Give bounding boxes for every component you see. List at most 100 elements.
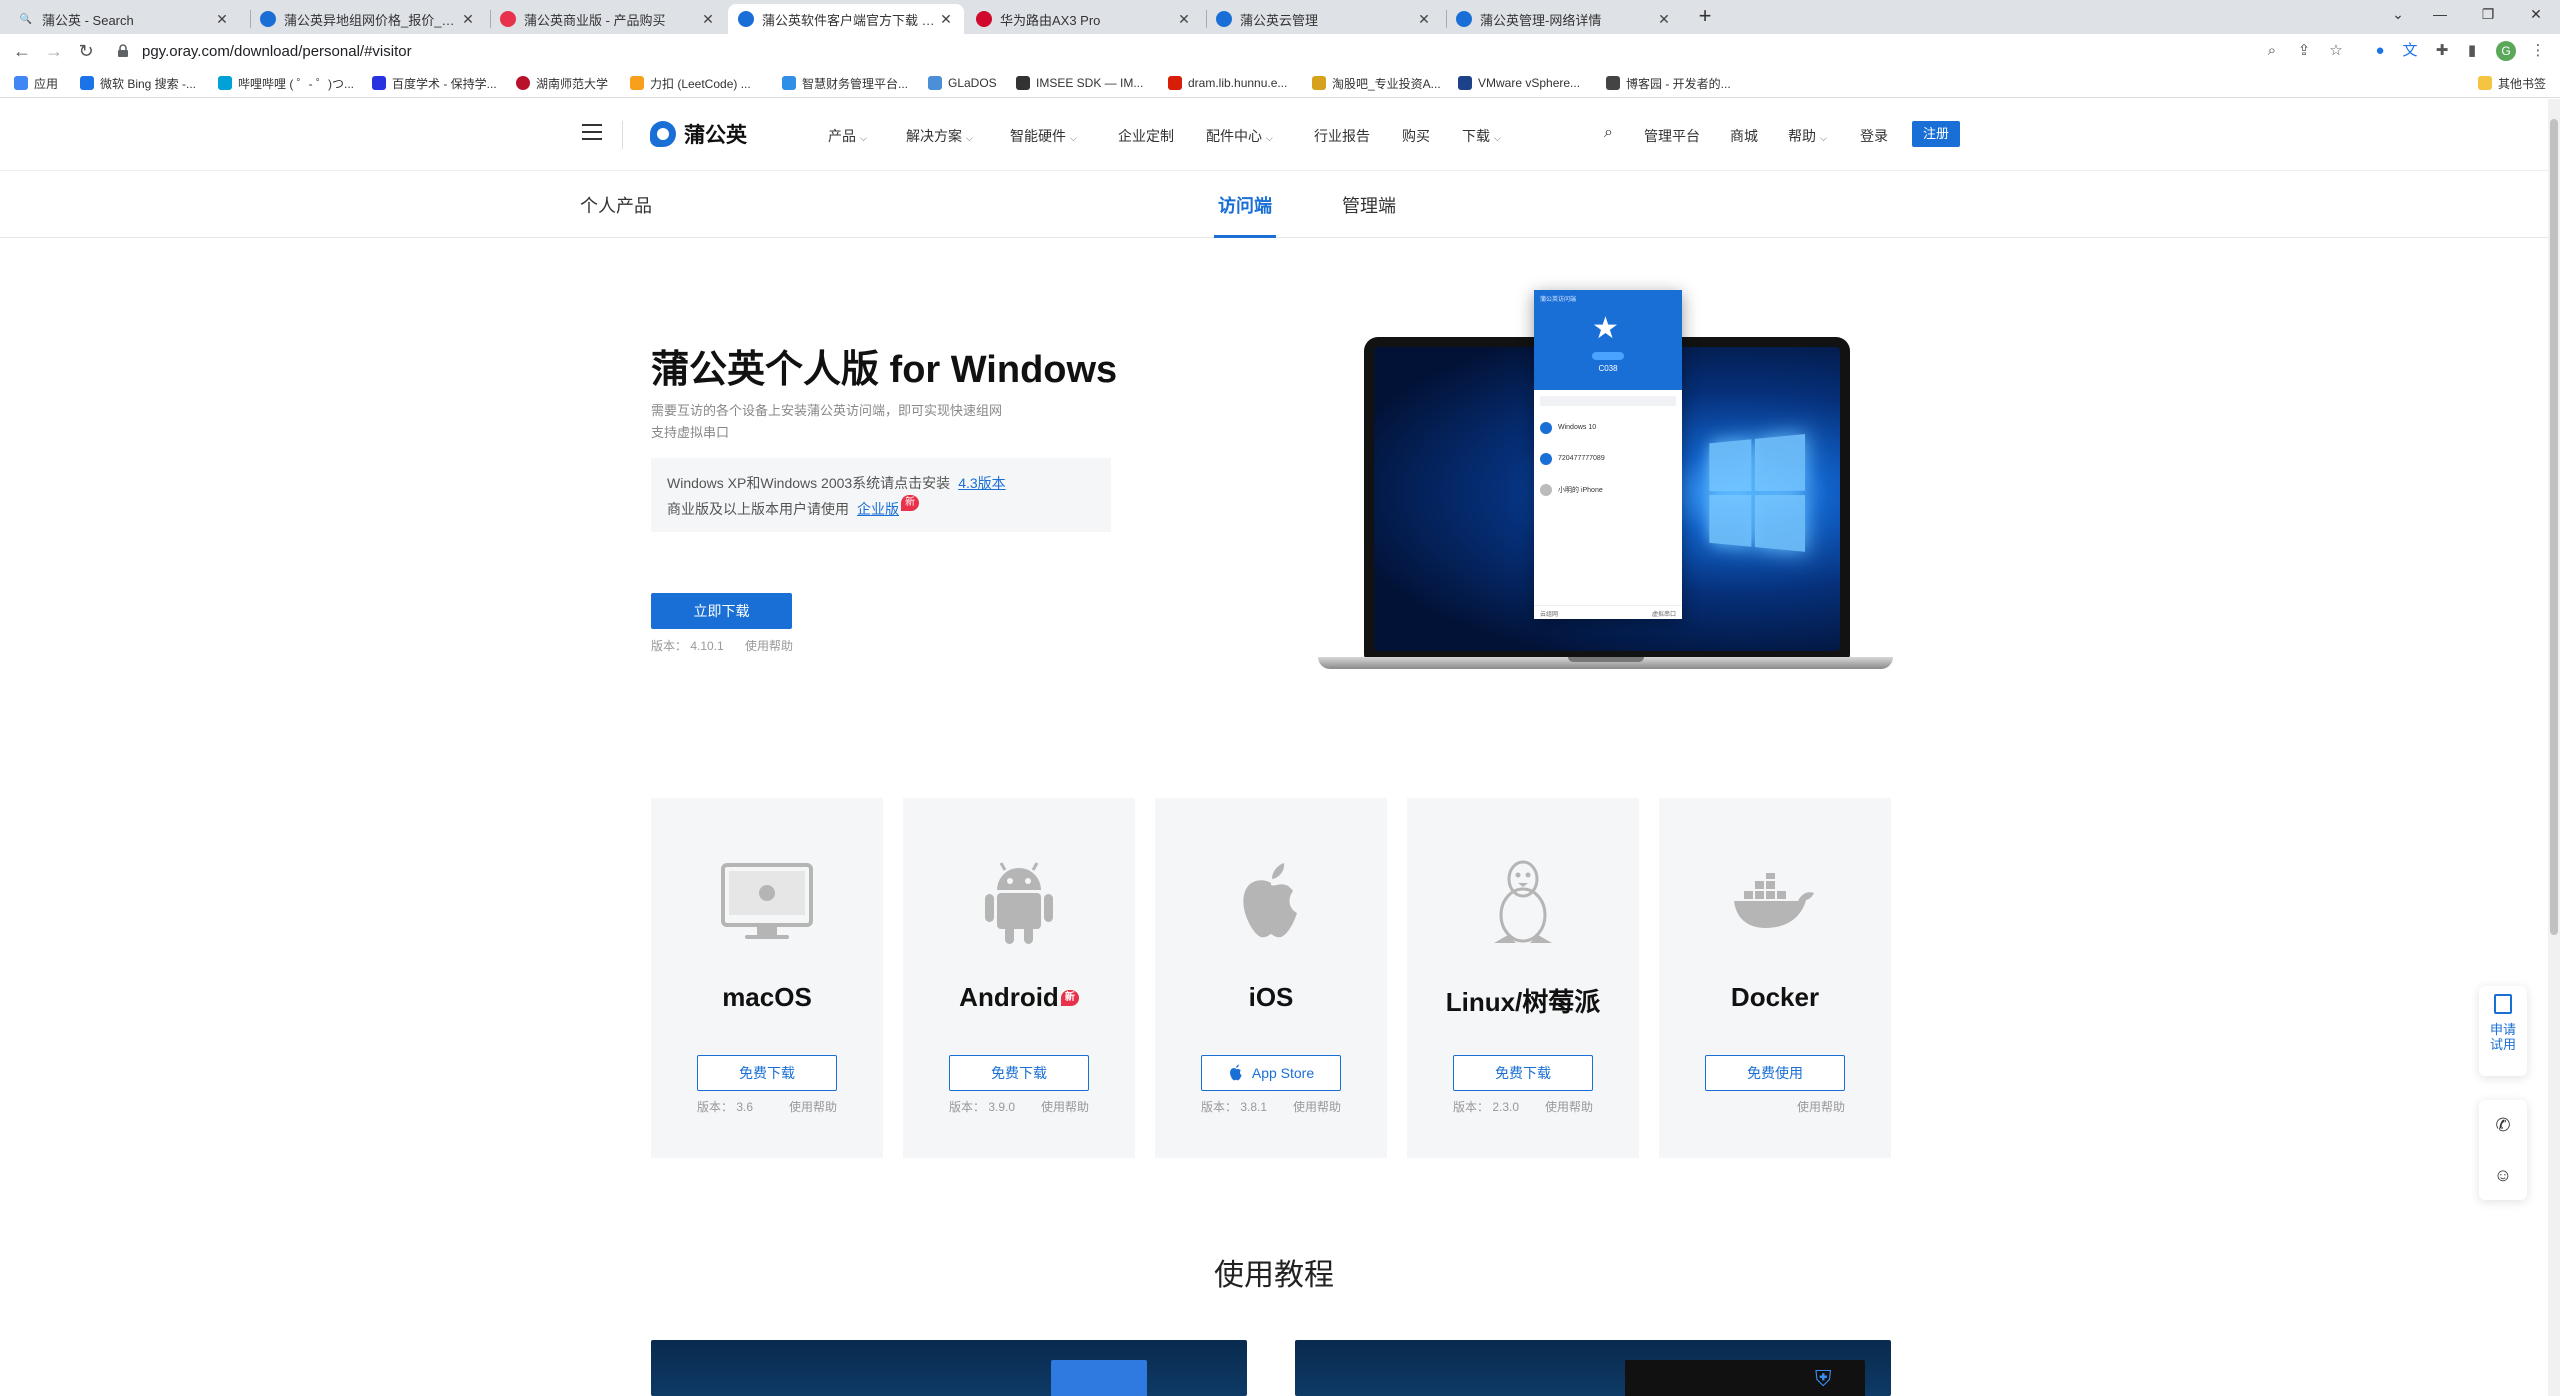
login-link[interactable]: 登录 [1860, 126, 1888, 146]
nav-products[interactable]: 产品 ⌵ [828, 126, 867, 146]
bookmark-item[interactable]: IMSEE SDK — IM... [1016, 74, 1143, 92]
app-store-button[interactable]: App Store [1201, 1055, 1341, 1091]
bilibili-icon [218, 76, 232, 90]
bookmark-label: dram.lib.hunnu.e... [1188, 76, 1288, 90]
close-tab-icon[interactable]: ✕ [214, 11, 230, 28]
bookmark-item[interactable]: 智慧财务管理平台... [782, 74, 908, 92]
close-tab-icon[interactable]: ✕ [700, 11, 716, 28]
wechat-icon[interactable]: ✆ [2479, 1100, 2527, 1150]
minimize-icon[interactable]: — [2416, 0, 2464, 28]
zoom-icon[interactable]: ⌕ [2262, 41, 2282, 61]
bookmark-star-icon[interactable]: ☆ [2326, 41, 2346, 61]
shield-icon: ⛨ [1815, 1366, 1832, 1391]
glados-icon [928, 76, 942, 90]
macos-download-button[interactable]: 免费下载 [697, 1055, 837, 1091]
search-icon[interactable]: ⌕ [1604, 124, 1613, 142]
tab-2[interactable]: 蒲公英商业版 - 产品购买 ✕ [490, 4, 726, 34]
nav-industry-report[interactable]: 行业报告 [1314, 126, 1370, 146]
usage-help-link[interactable]: 使用帮助 [1293, 1098, 1341, 1115]
app-search-box [1540, 396, 1676, 406]
tab-5[interactable]: 蒲公英云管理 ✕ [1206, 4, 1442, 34]
nav-buy[interactable]: 购买 [1402, 126, 1430, 146]
usage-help-link[interactable]: 使用帮助 [789, 1098, 837, 1115]
usage-help-link[interactable]: 使用帮助 [1545, 1098, 1593, 1115]
close-window-icon[interactable]: ✕ [2512, 0, 2560, 28]
qq-icon[interactable]: ☺ [2479, 1150, 2527, 1200]
bookmark-item[interactable]: 力扣 (LeetCode) ... [630, 74, 751, 92]
nav-help[interactable]: 帮助 ⌵ [1788, 126, 1827, 146]
extension-badge-icon[interactable]: ● [2370, 41, 2390, 61]
menu-kebab-icon[interactable]: ⋮ [2528, 41, 2548, 61]
bookmark-item[interactable]: 哔哩哔哩 ( ゜- ゜)つ... [218, 74, 354, 92]
android-download-button[interactable]: 免费下载 [949, 1055, 1089, 1091]
version-text: 版本： 3.9.0 [949, 1100, 1016, 1114]
enterprise-link[interactable]: 企业版 [857, 499, 899, 519]
linux-download-button[interactable]: 免费下载 [1453, 1055, 1593, 1091]
address-bar[interactable]: pgy.oray.com/download/personal/#visitor [116, 37, 2256, 65]
tab-visitor[interactable]: 访问端 [1218, 192, 1272, 218]
pgy-favicon-icon [1456, 11, 1472, 27]
usage-help-link[interactable]: 使用帮助 [1041, 1098, 1089, 1115]
share-icon[interactable]: ⇪ [2294, 41, 2314, 61]
hamburger-menu-icon[interactable] [582, 124, 602, 142]
close-tab-icon[interactable]: ✕ [1176, 11, 1192, 28]
translate-icon[interactable]: 文 [2400, 41, 2420, 61]
nav-admin-platform[interactable]: 管理平台 [1644, 126, 1700, 146]
new-tab-button[interactable]: + [1692, 4, 1718, 30]
nav-enterprise-custom[interactable]: 企业定制 [1118, 126, 1174, 146]
bookmark-item[interactable]: dram.lib.hunnu.e... [1168, 74, 1287, 92]
tab-0[interactable]: 🔍 蒲公英 - Search ✕ [8, 4, 240, 34]
register-button[interactable]: 注册 [1912, 121, 1960, 147]
tutorial-video-2[interactable]: ⛨ [1295, 1340, 1891, 1396]
usage-help-link[interactable]: 使用帮助 [745, 639, 793, 653]
docker-use-button[interactable]: 免费使用 [1705, 1055, 1845, 1091]
forward-icon[interactable]: → [42, 39, 66, 63]
nav-hardware[interactable]: 智能硬件 ⌵ [1010, 126, 1077, 146]
reload-icon[interactable]: ↻ [74, 39, 98, 63]
tab-manager[interactable]: 管理端 [1342, 192, 1396, 218]
back-icon[interactable]: ← [10, 39, 34, 63]
device-name: 小明的 iPhone [1558, 486, 1603, 494]
bookmark-item[interactable]: 淘股吧_专业投资A... [1312, 74, 1441, 92]
bookmark-item[interactable]: GLaDOS [928, 74, 997, 92]
tab-1[interactable]: 蒲公英异地组网价格_报价_多少钱 ✕ [250, 4, 486, 34]
apply-label: 申请 [2489, 1022, 2516, 1037]
bookmark-item[interactable]: 湖南师范大学 [516, 74, 608, 92]
usage-help-link[interactable]: 使用帮助 [1797, 1098, 1845, 1115]
scrollbar-thumb[interactable] [2550, 119, 2558, 935]
tab-3-active[interactable]: 蒲公英软件客户端官方下载 - 贝锐 ✕ [728, 4, 964, 34]
restore-icon[interactable]: ❐ [2464, 0, 2512, 28]
platform-name: macOS [722, 982, 812, 1012]
apply-trial-widget[interactable]: 申请 试用 [2479, 986, 2527, 1076]
hero-description: 需要互访的各个设备上安装蒲公英访问端，即可实现快速组网 [651, 403, 1003, 418]
bookmark-label: 百度学术 - 保持学... [392, 76, 497, 91]
nav-shop[interactable]: 商城 [1730, 126, 1758, 146]
close-tab-icon[interactable]: ✕ [460, 11, 476, 28]
tutorial-video-1[interactable] [651, 1340, 1247, 1396]
notice-box: Windows XP和Windows 2003系统请点击安装 4.3版本 商业版… [651, 458, 1111, 532]
bookmark-apps[interactable]: 应用 [14, 74, 58, 92]
page-scrollbar[interactable] [2548, 99, 2560, 1396]
docker-whale-icon [1725, 858, 1825, 948]
tab-6[interactable]: 蒲公英管理-网络详情 ✕ [1446, 4, 1682, 34]
bookmark-item[interactable]: VMware vSphere... [1458, 74, 1580, 92]
close-tab-icon[interactable]: ✕ [1416, 11, 1432, 28]
bookmark-item[interactable]: 百度学术 - 保持学... [372, 74, 497, 92]
bookmark-item[interactable]: 博客园 - 开发者的... [1606, 74, 1731, 92]
nav-accessories[interactable]: 配件中心 ⌵ [1206, 126, 1273, 146]
extensions-puzzle-icon[interactable]: ✚ [2432, 41, 2452, 61]
legacy-version-link[interactable]: 4.3版本 [958, 473, 1005, 493]
bookmark-label: GLaDOS [948, 76, 997, 90]
tab-4[interactable]: 华为路由AX3 Pro ✕ [966, 4, 1202, 34]
close-tab-icon[interactable]: ✕ [938, 11, 954, 28]
profile-avatar[interactable]: G [2496, 41, 2516, 61]
bookmark-item[interactable]: 微软 Bing 搜索 -... [80, 74, 196, 92]
download-now-button[interactable]: 立即下载 [651, 593, 792, 629]
nav-download[interactable]: 下载 ⌵ [1462, 126, 1501, 146]
tab-search-icon[interactable]: ⌄ [2374, 0, 2422, 28]
nav-solutions[interactable]: 解决方案 ⌵ [906, 126, 973, 146]
side-panel-icon[interactable]: ▮ [2462, 41, 2482, 61]
site-logo[interactable]: 蒲公英 [650, 119, 747, 149]
close-tab-icon[interactable]: ✕ [1656, 11, 1672, 28]
other-bookmarks[interactable]: 其他书签 [2478, 74, 2546, 92]
